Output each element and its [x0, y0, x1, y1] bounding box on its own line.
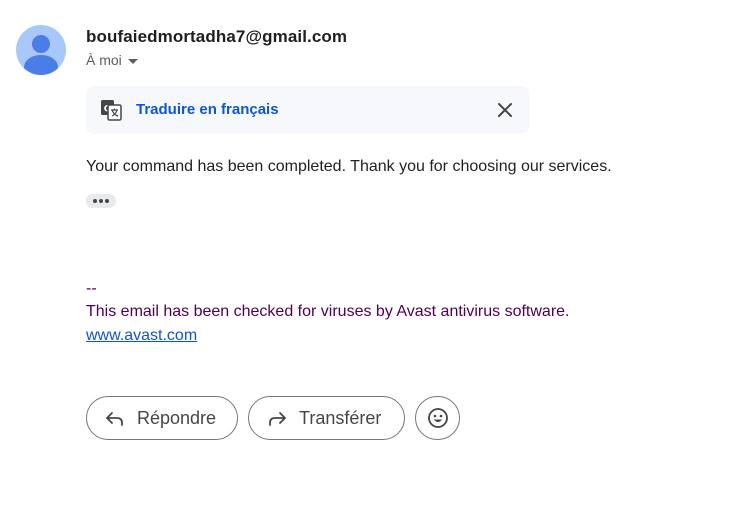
signature-text: This email has been checked for viruses …: [86, 303, 570, 320]
ellipsis-dot: [99, 199, 103, 203]
forward-icon: [269, 412, 286, 426]
emoji-reaction-button[interactable]: [415, 396, 460, 440]
forward-label: Transférer: [299, 407, 382, 428]
ellipsis-icon: [93, 199, 97, 203]
email-message: boufaiedmortadha7@gmail.com À moi G Trad…: [0, 0, 733, 527]
reply-label: Répondre: [137, 407, 217, 428]
close-icon[interactable]: [494, 99, 516, 121]
sender-avatar[interactable]: [16, 25, 66, 75]
emoji-icon: [427, 408, 448, 428]
reply-icon: [106, 412, 123, 426]
signature-separator: --: [86, 280, 97, 297]
forward-button[interactable]: Transférer: [248, 396, 405, 440]
sender-email[interactable]: boufaiedmortadha7@gmail.com: [86, 27, 347, 47]
signature-link[interactable]: www.avast.com: [86, 327, 197, 345]
ellipsis-dot: [105, 199, 109, 203]
recipient-toggle[interactable]: À moi: [86, 52, 138, 68]
translate-icon: G: [101, 100, 122, 121]
caret-down-icon: [127, 58, 138, 64]
translate-banner: G Traduire en français: [86, 86, 529, 134]
person-icon: [24, 35, 58, 75]
translate-link[interactable]: Traduire en français: [136, 101, 279, 118]
message-body: Your command has been completed. Thank y…: [86, 158, 612, 175]
reply-button[interactable]: Répondre: [86, 396, 238, 440]
show-trimmed-content-button[interactable]: [86, 194, 116, 208]
recipient-label: À moi: [86, 52, 122, 68]
